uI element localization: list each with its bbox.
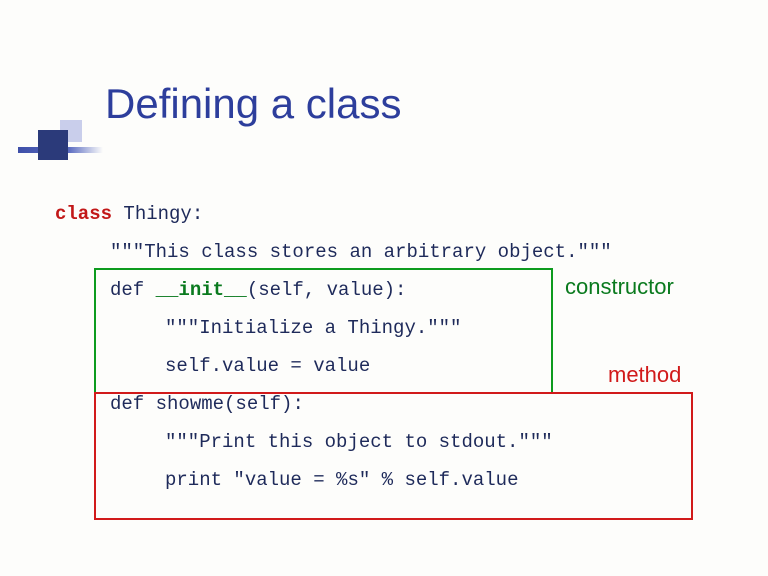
class-name: Thingy:	[112, 203, 203, 225]
constructor-highlight-box	[94, 268, 553, 394]
constructor-label: constructor	[565, 274, 674, 300]
class-keyword: class	[55, 203, 112, 225]
code-line-2: """This class stores an arbitrary object…	[55, 233, 612, 271]
code-line-1: class Thingy:	[55, 195, 612, 233]
slide-title: Defining a class	[105, 80, 401, 128]
method-highlight-box	[94, 392, 693, 520]
method-label: method	[608, 362, 681, 388]
dark-square-icon	[38, 130, 68, 160]
